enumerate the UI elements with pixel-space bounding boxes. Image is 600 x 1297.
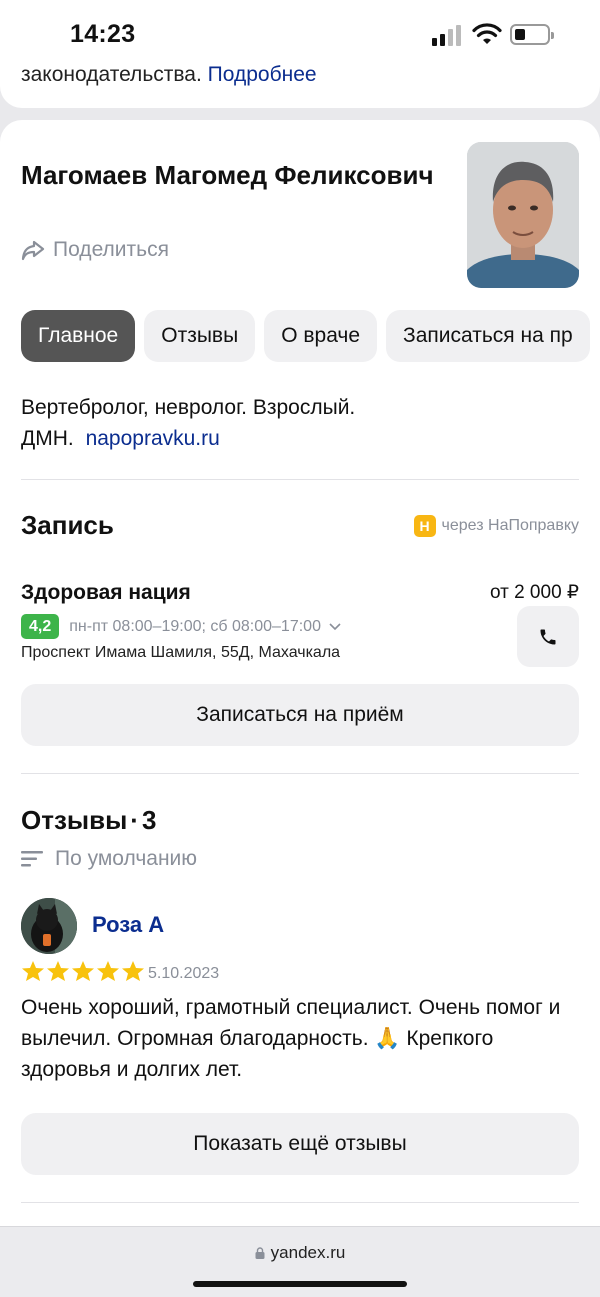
degree-text: ДМН.	[21, 427, 74, 450]
tab-main[interactable]: Главное	[21, 310, 136, 362]
clinic-name[interactable]: Здоровая нация	[21, 581, 191, 605]
cellular-signal-icon	[432, 24, 464, 46]
clinic-address: Проспект Имама Шамиля, 55Д, Махачкала	[21, 644, 341, 661]
degree-line: ДМН. napopravku.ru	[21, 423, 355, 454]
separator-dot: ·	[130, 805, 139, 835]
tab-reviews[interactable]: Отзывы	[144, 310, 256, 362]
star-icon	[22, 961, 44, 981]
working-hours[interactable]: пн-пт 08:00–19:00; сб 08:00–17:00	[69, 618, 341, 636]
booking-title: Запись	[21, 510, 114, 540]
url-text: yandex.ru	[270, 1243, 346, 1262]
review-stars	[21, 960, 145, 982]
doctor-specialty: Вертебролог, невролог. Взрослый. ДМН. na…	[21, 392, 355, 454]
divider	[21, 1202, 579, 1203]
book-appointment-button[interactable]: Записаться на приём	[21, 684, 579, 746]
reviewer-avatar[interactable]	[21, 898, 77, 954]
source-link[interactable]: napopravku.ru	[86, 427, 220, 450]
specialty-line: Вертебролог, невролог. Взрослый.	[21, 396, 356, 419]
browser-address-bar[interactable]: yandex.ru	[0, 1226, 600, 1297]
status-time: 14:23	[70, 20, 136, 48]
battery-icon	[510, 24, 554, 45]
review-date: 5.10.2023	[148, 965, 220, 982]
divider	[21, 773, 579, 774]
url-display[interactable]: yandex.ru	[0, 1243, 600, 1263]
disclaimer-line: законодательства.	[21, 63, 202, 86]
reviewer-name[interactable]: Роза А	[92, 912, 164, 938]
share-button[interactable]: Поделиться	[21, 238, 169, 262]
chevron-down-icon	[329, 622, 341, 630]
share-label: Поделиться	[53, 238, 169, 261]
more-link[interactable]: Подробнее	[208, 63, 317, 86]
doctor-portrait-image	[467, 142, 579, 288]
lock-icon	[255, 1247, 265, 1259]
doctor-card: Магомаев Магомед Феликсович Поделиться Г…	[0, 120, 600, 1230]
sort-icon	[21, 851, 43, 867]
share-arrow-icon	[21, 240, 45, 261]
tab-about[interactable]: О враче	[264, 310, 378, 362]
star-icon	[72, 961, 94, 981]
sort-label: По умолчанию	[55, 847, 198, 870]
reviews-title-text: Отзывы	[21, 805, 128, 835]
reviews-title: Отзывы · 3	[21, 805, 156, 836]
disclaimer-card: законодательства. Подробнее	[0, 60, 600, 108]
price: от 2 000 ₽	[489, 582, 579, 603]
tab-book[interactable]: Записаться на пр	[386, 310, 590, 362]
doctor-name: Магомаев Магомед Феликсович	[21, 160, 434, 190]
status-bar: 14:23	[0, 0, 600, 60]
star-icon	[97, 961, 119, 981]
via-napopravku[interactable]: Н через НаПоправку	[413, 515, 579, 537]
star-icon	[122, 961, 144, 981]
hours-text: пн-пт 08:00–19:00; сб 08:00–17:00	[69, 617, 321, 635]
review-text: Очень хороший, грамотный специалист. Оче…	[21, 996, 561, 1081]
rating-badge: 4,2	[21, 614, 60, 639]
via-text: через НаПоправку	[441, 517, 579, 534]
home-indicator[interactable]	[193, 1281, 407, 1287]
clinic-meta: 4,2 пн-пт 08:00–19:00; сб 08:00–17:00	[21, 614, 341, 639]
show-more-reviews-button[interactable]: Показать ещё отзывы	[21, 1113, 579, 1175]
sort-selector[interactable]: По умолчанию	[21, 847, 197, 871]
phone-icon	[540, 629, 556, 644]
tab-bar: Главное Отзывы О враче Записаться на пр	[21, 310, 590, 362]
call-button[interactable]	[517, 606, 579, 667]
disclaimer-text: законодательства. Подробнее	[21, 63, 317, 87]
wifi-icon	[472, 23, 502, 44]
divider	[21, 479, 579, 480]
doctor-photo[interactable]	[467, 142, 579, 288]
napopravku-logo-icon: Н	[413, 515, 436, 537]
cat-avatar-image	[21, 898, 77, 954]
star-icon	[47, 961, 69, 981]
reviews-count: 3	[141, 805, 157, 835]
